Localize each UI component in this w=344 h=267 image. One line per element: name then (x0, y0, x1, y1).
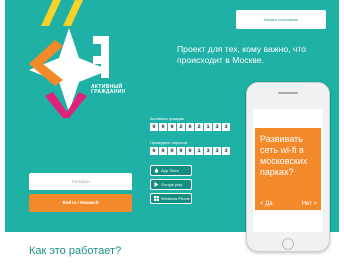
phone-mockup: Развивать сеть wi-fi в московских парках… (246, 82, 330, 252)
counter-digit: 0 (168, 123, 176, 131)
hero-tagline: Проект для тех, кому важно, что происход… (177, 44, 306, 65)
login-button[interactable]: Войти / Моммой (29, 194, 132, 212)
google-play-label: Google play (161, 182, 183, 187)
counter-digit: 3 (204, 147, 212, 155)
apple-icon (154, 168, 159, 173)
stat-polls-counter: 0 0 0 0 0 1 3 3 3 (150, 147, 230, 155)
counter-digit: 0 (159, 123, 167, 131)
stat-citizens: Активных граждан 0 0 0 2 6 2 1 3 3 (150, 116, 230, 131)
counter-digit: 0 (168, 147, 176, 155)
counter-digit: 0 (150, 147, 158, 155)
counter-digit: 0 (159, 147, 167, 155)
counter-digit: 1 (204, 123, 212, 131)
windows-icon (154, 196, 159, 201)
top-right-button[interactable]: Начать голосовать (236, 10, 326, 29)
brand-name: АКТИВНЫЙ ГРАЖДАНИН (91, 85, 131, 95)
app-store-label: App Store (161, 168, 179, 173)
poll-yes-button[interactable]: < Да (260, 201, 273, 207)
counter-digit: 0 (177, 147, 185, 155)
phone-status-bar (253, 104, 323, 109)
logo-yellow-stroke (41, 0, 61, 26)
windows-phone-button[interactable]: Windows Phone (150, 193, 192, 204)
poll-question-card: Развивать сеть wi-fi в московских парках… (255, 128, 321, 210)
app-store-button[interactable]: App Store (150, 165, 192, 176)
counter-digit: 3 (222, 147, 230, 155)
windows-phone-label: Windows Phone (161, 196, 190, 201)
phone-screen: Развивать сеть wi-fi в московских парках… (253, 104, 323, 232)
page-frame: Начать голосовать АКТИВНЫЙ ГРАЖДАНИН Про… (5, 0, 339, 264)
phone-number-input[interactable]: Телефон (29, 173, 132, 190)
counter-digit: 3 (222, 123, 230, 131)
counter-digit: 1 (195, 147, 203, 155)
logo-yellow-stroke-2 (63, 0, 83, 26)
counter-digit: 0 (186, 147, 194, 155)
counter-digit: 6 (186, 123, 194, 131)
counter-digit: 0 (150, 123, 158, 131)
poll-question-text: Развивать сеть wi-fi в московских парках… (260, 134, 308, 177)
counter-digit: 3 (213, 147, 221, 155)
brand-line-2: ГРАЖДАНИН (91, 89, 126, 95)
phone-speaker (278, 92, 298, 94)
phone-home-button (282, 238, 294, 250)
how-it-works-heading: Как это работает? (29, 245, 122, 257)
google-play-icon (154, 182, 159, 187)
counter-digit: 2 (195, 123, 203, 131)
stat-polls: Проведено опросов 0 0 0 0 0 1 3 3 3 (150, 140, 230, 155)
logo-graphic (29, 0, 109, 118)
counter-digit: 2 (177, 123, 185, 131)
stat-polls-label: Проведено опросов (150, 140, 187, 145)
stat-citizens-label: Активных граждан (150, 116, 185, 121)
google-play-button[interactable]: Google play (150, 179, 192, 190)
counter-digit: 3 (213, 123, 221, 131)
stat-citizens-counter: 0 0 0 2 6 2 1 3 3 (150, 123, 230, 131)
poll-no-button[interactable]: Нет > (302, 201, 317, 207)
